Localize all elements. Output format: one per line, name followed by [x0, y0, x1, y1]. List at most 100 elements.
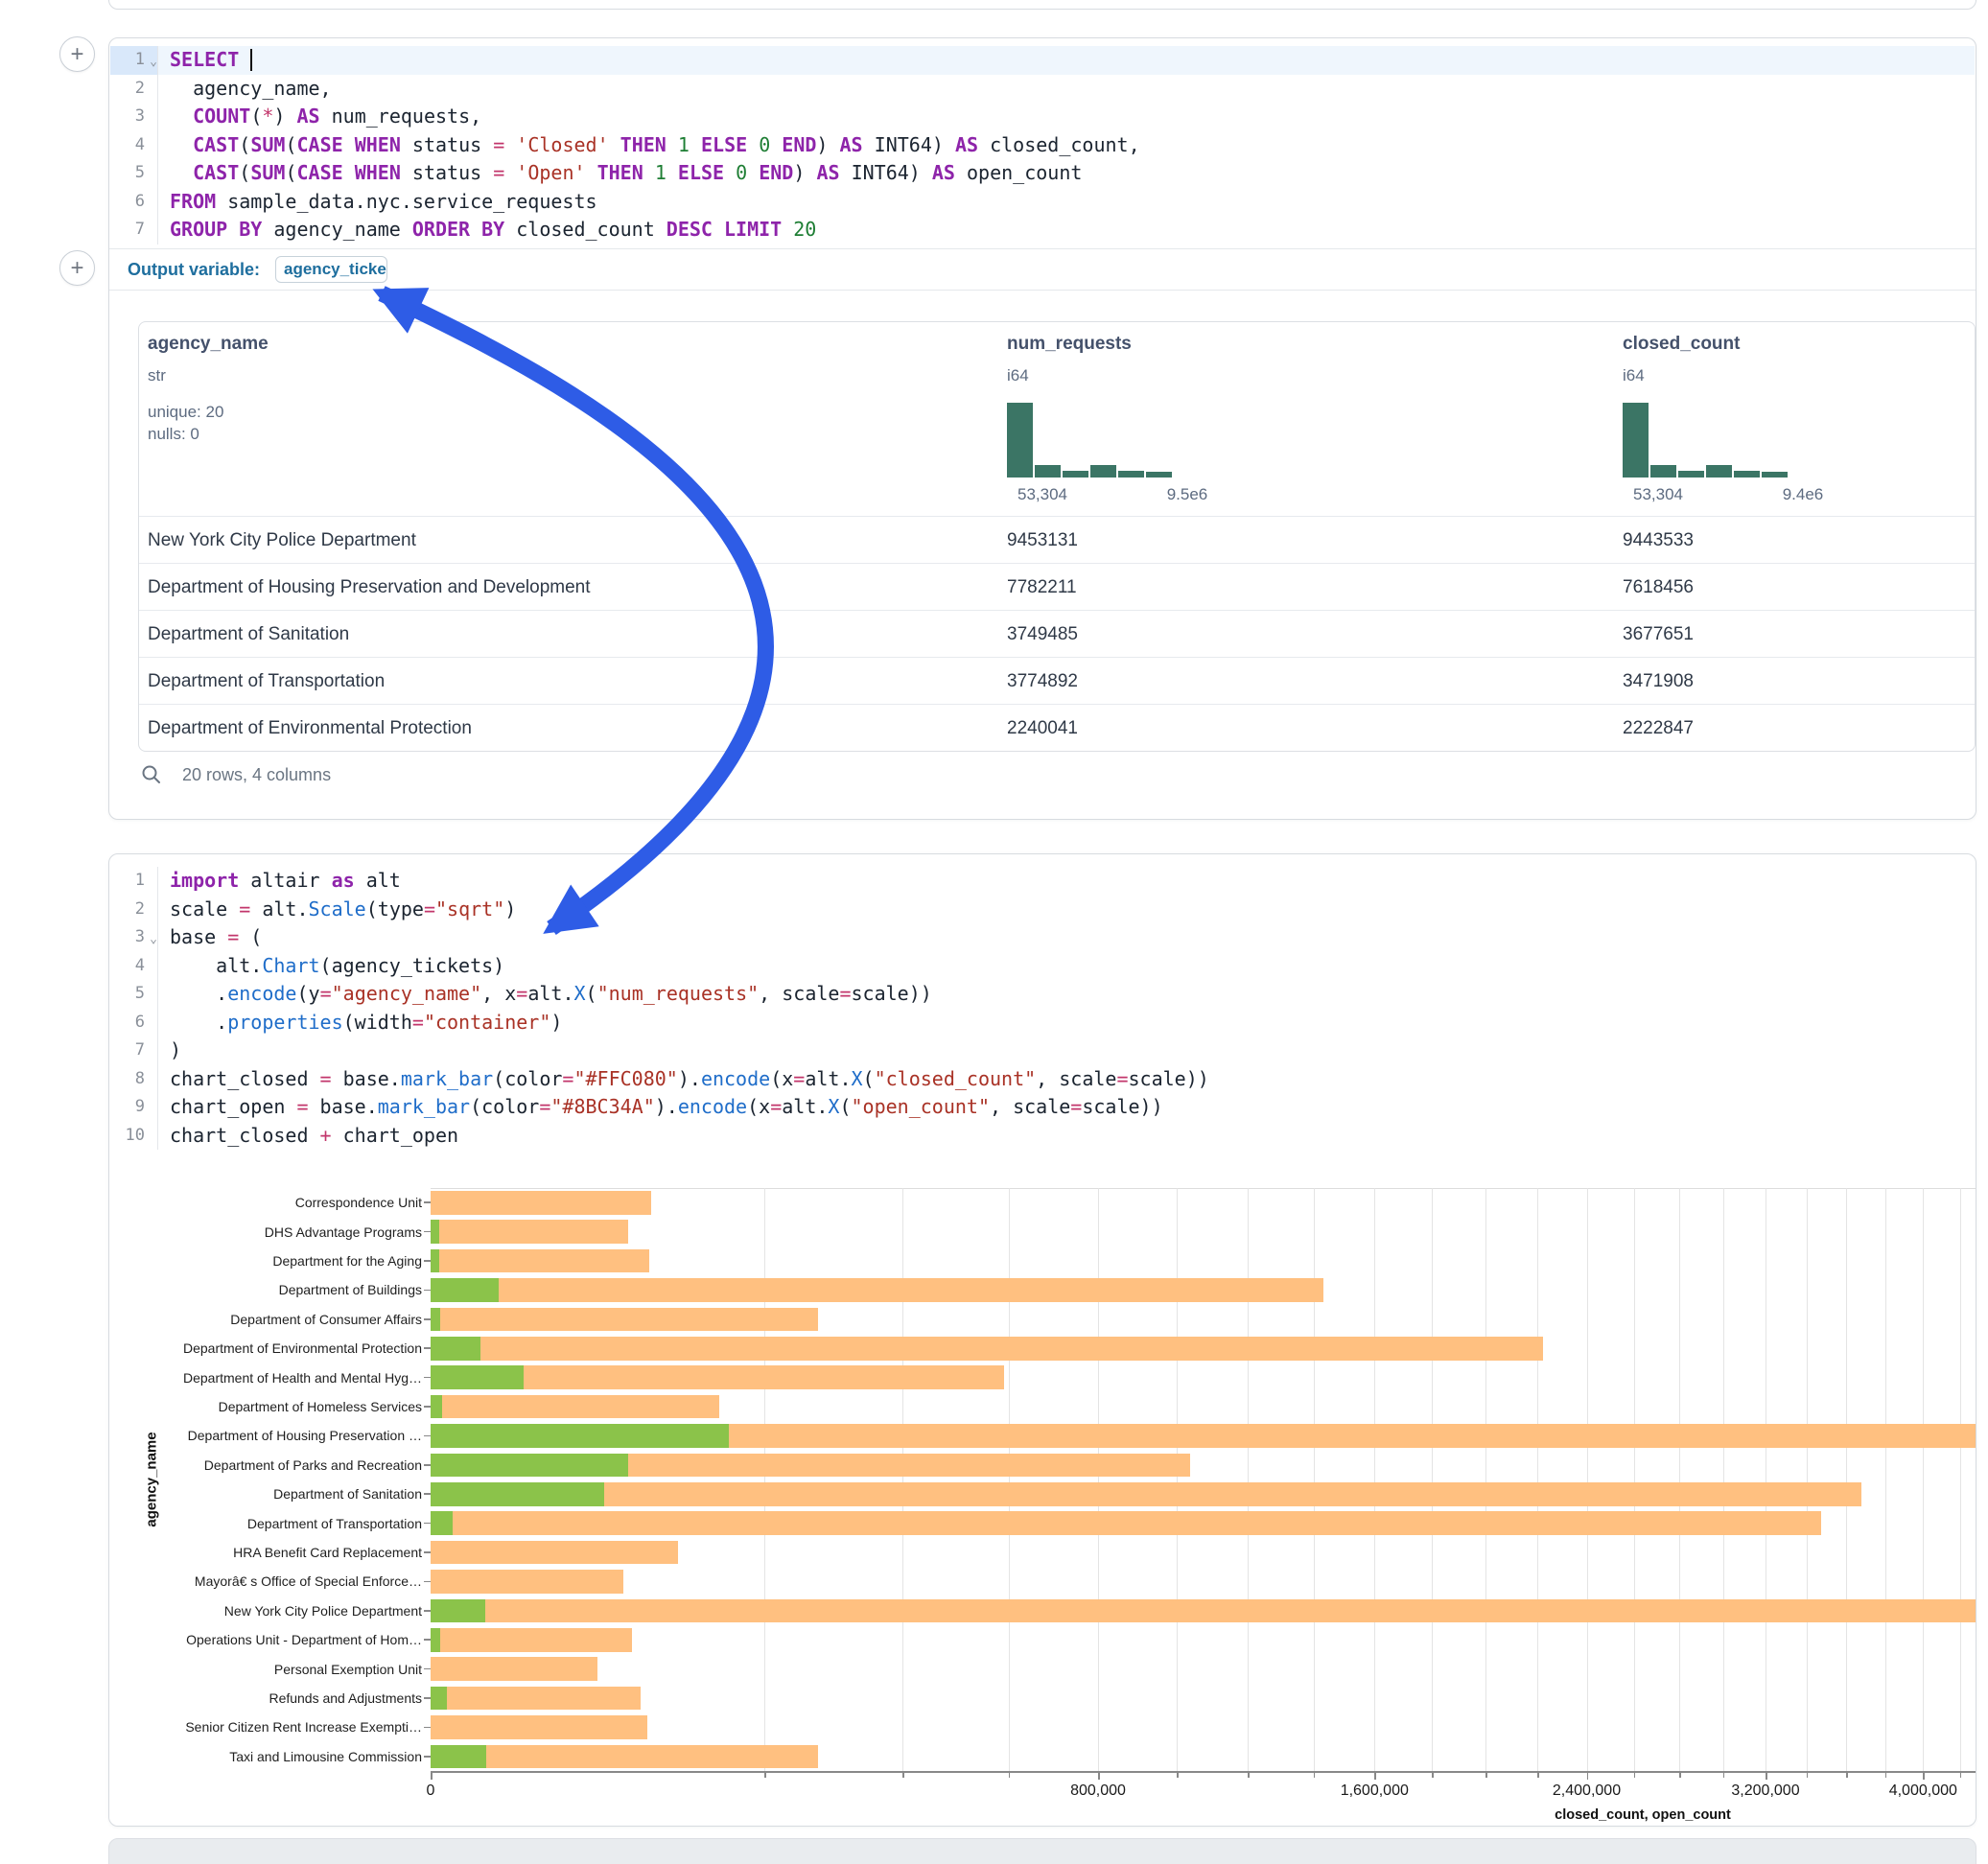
x-axis-tick: [1374, 1773, 1376, 1780]
x-axis-tick: [1177, 1773, 1179, 1778]
histogram-min-label: 53,304: [1017, 485, 1067, 504]
code-token: (: [250, 105, 262, 128]
y-axis-tick: [424, 1318, 431, 1320]
bar-open-count: [431, 1365, 524, 1389]
y-axis-tick: [424, 1610, 431, 1612]
bar-open-count: [431, 1220, 439, 1244]
line-number: 3: [110, 103, 158, 131]
code-token: [724, 161, 736, 184]
cell-agency-name: Department of Sanitation: [148, 611, 349, 658]
code-token: [782, 218, 793, 241]
bar-closed-count: [431, 1249, 649, 1273]
x-axis-tick: [1679, 1773, 1681, 1778]
table-row[interactable]: New York City Police Department945313194…: [139, 516, 1975, 564]
gridline: [1485, 1188, 1486, 1771]
code-token: (: [239, 161, 250, 184]
gridline: [1098, 1188, 1099, 1771]
x-axis-tick: [1098, 1773, 1100, 1780]
y-axis-label: Department of Health and Mental Hyg…: [109, 1369, 422, 1386]
cell-value: 3471908: [1623, 658, 1694, 705]
code-text: GROUP BY agency_name ORDER BY closed_cou…: [158, 216, 816, 245]
sql-line-7: 7GROUP BY agency_name ORDER BY closed_co…: [110, 216, 1975, 245]
x-axis-tick: [902, 1773, 904, 1778]
code-token: closed_count: [504, 218, 667, 241]
bar-closed-count: [431, 1337, 1543, 1361]
column-header-agency_name[interactable]: agency_name: [148, 334, 269, 355]
code-token: [343, 161, 355, 184]
code-token: ): [816, 133, 839, 156]
x-axis-tick: [1634, 1773, 1636, 1778]
code-token: [170, 105, 193, 128]
code-token: =: [493, 161, 504, 184]
code-token: [609, 133, 620, 156]
y-axis-title: agency_name: [144, 1432, 160, 1526]
code-token: [504, 161, 516, 184]
y-axis-tick: [424, 1201, 431, 1203]
search-icon[interactable]: [140, 763, 163, 786]
code-token: (: [285, 161, 296, 184]
code-token: [690, 133, 701, 156]
code-token: END: [759, 161, 793, 184]
output-variable-pill[interactable]: agency_tickets: [275, 256, 387, 283]
result-table: agency_namestrunique: 20nulls: 0num_requ…: [138, 321, 1976, 752]
y-axis-label: New York City Police Department: [109, 1602, 422, 1619]
x-axis-tick: [1923, 1773, 1925, 1780]
x-axis-tick: [1485, 1773, 1487, 1778]
sql-line-4: 4 CAST(SUM(CASE WHEN status = 'Closed' T…: [110, 131, 1975, 160]
code-token: ): [793, 161, 816, 184]
cell-divider: [109, 290, 1976, 291]
table-row[interactable]: Department of Transportation377489234719…: [139, 657, 1975, 705]
code-token: [770, 133, 782, 156]
y-axis-tick: [424, 1435, 431, 1437]
histogram-bar: [1007, 403, 1033, 478]
y-axis-tick: [424, 1639, 431, 1641]
y-axis-label: Correspondence Unit: [109, 1194, 422, 1211]
code-text: COUNT(*) AS num_requests,: [158, 103, 481, 131]
column-histogram: [1007, 401, 1172, 478]
table-footer-text: 20 rows, 4 columns: [182, 765, 331, 785]
histogram-bar: [1035, 465, 1061, 478]
plot-top-border: [431, 1188, 1976, 1189]
add-cell-button-top[interactable]: +: [59, 36, 95, 72]
code-token: [643, 161, 655, 184]
code-token: INT64): [863, 133, 955, 156]
cell-value: 3749485: [1007, 611, 1078, 658]
cell-divider: [109, 248, 1976, 249]
table-row[interactable]: Department of Sanitation37494853677651: [139, 610, 1975, 658]
x-axis-tick-label: 3,200,000: [1731, 1782, 1799, 1800]
column-type: i64: [1007, 366, 1029, 385]
bar-closed-count: [431, 1482, 1861, 1506]
table-row[interactable]: Department of Environmental Protection22…: [139, 704, 1975, 752]
y-axis-tick: [424, 1290, 431, 1292]
table-row[interactable]: Department of Housing Preservation and D…: [139, 563, 1975, 611]
y-axis-label: Mayorâ€ s Office of Special Enforce…: [109, 1573, 422, 1590]
code-token: [747, 133, 759, 156]
bar-closed-count: [431, 1687, 641, 1711]
sql-code-editor[interactable]: 1⌄SELECT 2 agency_name,3 COUNT(*) AS num…: [110, 46, 1975, 245]
code-token: (: [239, 133, 250, 156]
code-token: [667, 161, 678, 184]
x-axis-tick: [1432, 1773, 1434, 1778]
column-header-num_requests[interactable]: num_requests: [1007, 334, 1132, 355]
code-token: ELSE: [701, 133, 747, 156]
code-token: AS: [816, 161, 839, 184]
code-token: 'Closed': [516, 133, 608, 156]
x-axis-tick-label: 0: [427, 1782, 435, 1800]
add-cell-button-output[interactable]: +: [59, 250, 95, 286]
histogram-bar: [1678, 471, 1704, 478]
fold-chevron-icon[interactable]: ⌄: [150, 48, 157, 77]
x-axis-tick: [1314, 1773, 1316, 1778]
code-token: GROUP BY: [170, 218, 262, 241]
code-token: [747, 161, 759, 184]
y-axis-tick: [424, 1406, 431, 1408]
gridline: [1679, 1188, 1680, 1771]
code-token: *: [262, 105, 273, 128]
column-header-closed_count[interactable]: closed_count: [1623, 334, 1740, 355]
code-token: WHEN: [355, 161, 401, 184]
bar-open-count: [431, 1687, 447, 1711]
gridline: [1587, 1188, 1588, 1771]
x-axis-tick-label: 2,400,000: [1553, 1782, 1621, 1800]
code-token: COUNT: [193, 105, 250, 128]
sql-line-6: 6FROM sample_data.nyc.service_requests: [110, 188, 1975, 217]
table-footer: 20 rows, 4 columns: [140, 763, 331, 786]
